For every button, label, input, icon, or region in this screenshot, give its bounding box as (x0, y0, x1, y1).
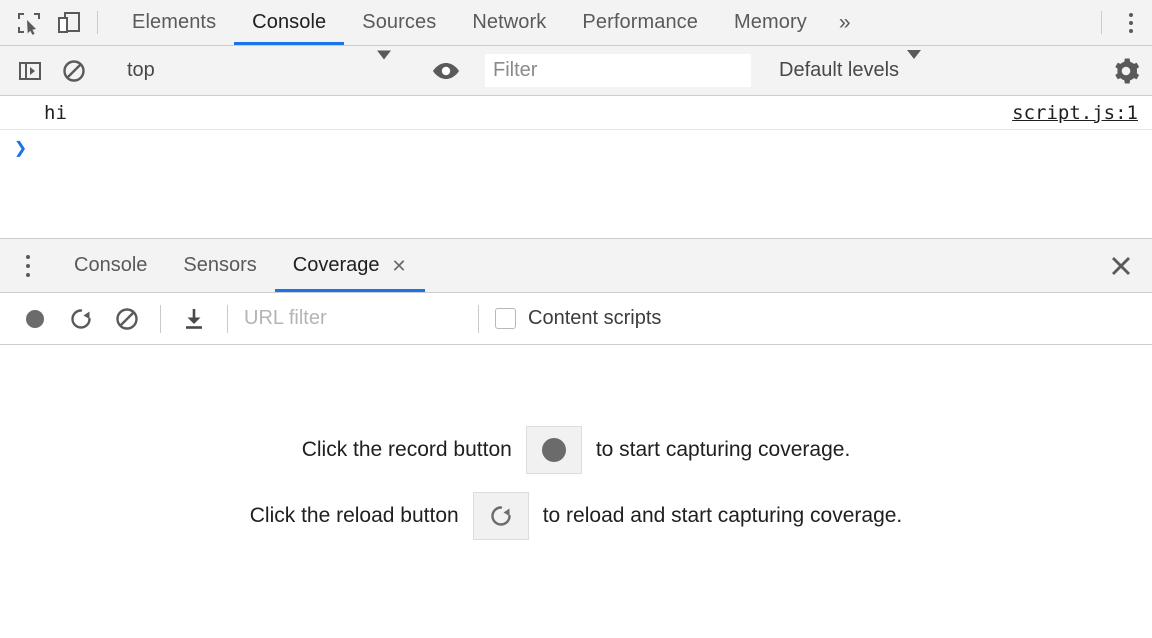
console-prompt[interactable]: ❯ (0, 130, 1152, 168)
coverage-hint-reload: Click the reload button to reload and st… (250, 492, 903, 540)
inline-reload-button[interactable] (473, 492, 529, 540)
coverage-url-filter-input[interactable] (238, 303, 468, 335)
coverage-toolbar-divider-3 (478, 305, 479, 333)
content-scripts-label: Content scripts (528, 307, 661, 330)
drawer-tabbar-spacer (425, 239, 1090, 292)
eye-icon (432, 60, 460, 82)
coverage-record-button[interactable] (12, 296, 58, 342)
close-icon (1109, 254, 1133, 278)
drawer-panel: Console Sensors Coverage ✕ (0, 238, 1152, 638)
log-levels-selector[interactable]: Default levels (765, 49, 935, 93)
reload-icon (488, 503, 514, 529)
tab-performance-label: Performance (582, 11, 698, 34)
tab-console[interactable]: Console (234, 0, 344, 45)
close-coverage-tab-icon[interactable]: ✕ (391, 257, 406, 275)
tabbar-spacer (865, 0, 1093, 45)
tab-memory[interactable]: Memory (716, 0, 825, 45)
tab-console-label: Console (252, 11, 326, 34)
drawer-menu-button[interactable] (0, 239, 56, 292)
tab-sources[interactable]: Sources (344, 0, 454, 45)
coverage-export-button[interactable] (171, 296, 217, 342)
coverage-empty-state: Click the record button to start capturi… (0, 345, 1152, 638)
drawer-tabs: Console Sensors Coverage ✕ (56, 239, 425, 292)
coverage-hint-record: Click the record button to start capturi… (302, 426, 851, 474)
console-settings-button[interactable] (1100, 49, 1152, 93)
tab-elements-label: Elements (132, 11, 216, 34)
coverage-reload-button[interactable] (58, 296, 104, 342)
console-sidebar-icon (17, 58, 43, 84)
main-menu-button[interactable] (1110, 0, 1152, 45)
drawer-more-options-icon-dot (26, 264, 30, 268)
main-tabs: Elements Console Sources Network Perform… (114, 0, 865, 45)
live-expression-button[interactable] (424, 49, 468, 93)
device-toolbar-button[interactable] (49, 0, 89, 45)
clear-icon (114, 306, 140, 332)
console-message-row[interactable]: hi script.js:1 (0, 96, 1152, 130)
console-toolbar: top Default levels (0, 46, 1152, 96)
console-output-area: hi script.js:1 ❯ (0, 96, 1152, 238)
tab-performance[interactable]: Performance (564, 0, 716, 45)
coverage-clear-button[interactable] (104, 296, 150, 342)
drawer-tabbar: Console Sensors Coverage ✕ (0, 239, 1152, 293)
drawer-tab-coverage-label: Coverage (293, 254, 380, 277)
console-sidebar-toggle-button[interactable] (8, 49, 52, 93)
record-icon (542, 438, 566, 462)
console-message-source-link[interactable]: script.js:1 (1012, 102, 1138, 124)
devtools-window: Elements Console Sources Network Perform… (0, 0, 1152, 638)
prompt-chevron-icon: ❯ (14, 138, 27, 160)
log-levels-label: Default levels (779, 59, 899, 82)
tab-elements[interactable]: Elements (114, 0, 234, 45)
checkbox-box (495, 308, 516, 329)
coverage-toolbar: Content scripts (0, 293, 1152, 345)
clear-console-icon (61, 58, 87, 84)
execution-context-label: top (127, 59, 155, 82)
drawer-more-options-icon-dot (26, 255, 30, 259)
drawer-more-options-icon-dot (26, 273, 30, 277)
tab-network-label: Network (472, 11, 546, 34)
coverage-hint-reload-after: to reload and start capturing coverage. (543, 504, 903, 528)
gear-icon (1112, 57, 1140, 85)
drawer-tab-sensors[interactable]: Sensors (165, 239, 274, 292)
more-options-icon-dot (1129, 13, 1133, 17)
coverage-toolbar-divider-2 (227, 305, 228, 333)
toolbar-divider (97, 11, 98, 34)
drawer-tab-console-label: Console (74, 254, 147, 277)
execution-context-selector[interactable]: top (113, 49, 407, 93)
tab-network[interactable]: Network (454, 0, 564, 45)
reload-icon (68, 306, 94, 332)
more-tabs-button[interactable]: » (825, 0, 865, 45)
chevron-down-icon (907, 59, 921, 82)
more-options-icon-dot (1129, 21, 1133, 25)
coverage-hint-reload-before: Click the reload button (250, 504, 459, 528)
chevron-down-icon (377, 59, 391, 82)
drawer-tab-coverage[interactable]: Coverage ✕ (275, 239, 425, 292)
chevron-double-right-icon: » (839, 11, 851, 35)
inspect-element-icon (16, 10, 42, 36)
coverage-hint-record-after: to start capturing coverage. (596, 438, 850, 462)
drawer-tab-sensors-label: Sensors (183, 254, 256, 277)
inline-record-button[interactable] (526, 426, 582, 474)
console-message-text: hi (44, 102, 67, 124)
console-filter-input[interactable] (485, 54, 751, 87)
content-scripts-checkbox[interactable]: Content scripts (495, 307, 661, 330)
tab-sources-label: Sources (362, 11, 436, 34)
record-icon (22, 306, 48, 332)
tab-memory-label: Memory (734, 11, 807, 34)
download-icon (181, 306, 207, 332)
close-drawer-button[interactable] (1090, 239, 1152, 292)
device-toolbar-icon (56, 10, 82, 36)
clear-console-button[interactable] (52, 49, 96, 93)
more-options-icon-dot (1129, 29, 1133, 33)
drawer-tab-console[interactable]: Console (56, 239, 165, 292)
coverage-hint-record-before: Click the record button (302, 438, 512, 462)
inspect-element-button[interactable] (9, 0, 49, 45)
toolbar-divider-right (1101, 11, 1102, 34)
main-tabbar: Elements Console Sources Network Perform… (0, 0, 1152, 46)
coverage-toolbar-divider-1 (160, 305, 161, 333)
